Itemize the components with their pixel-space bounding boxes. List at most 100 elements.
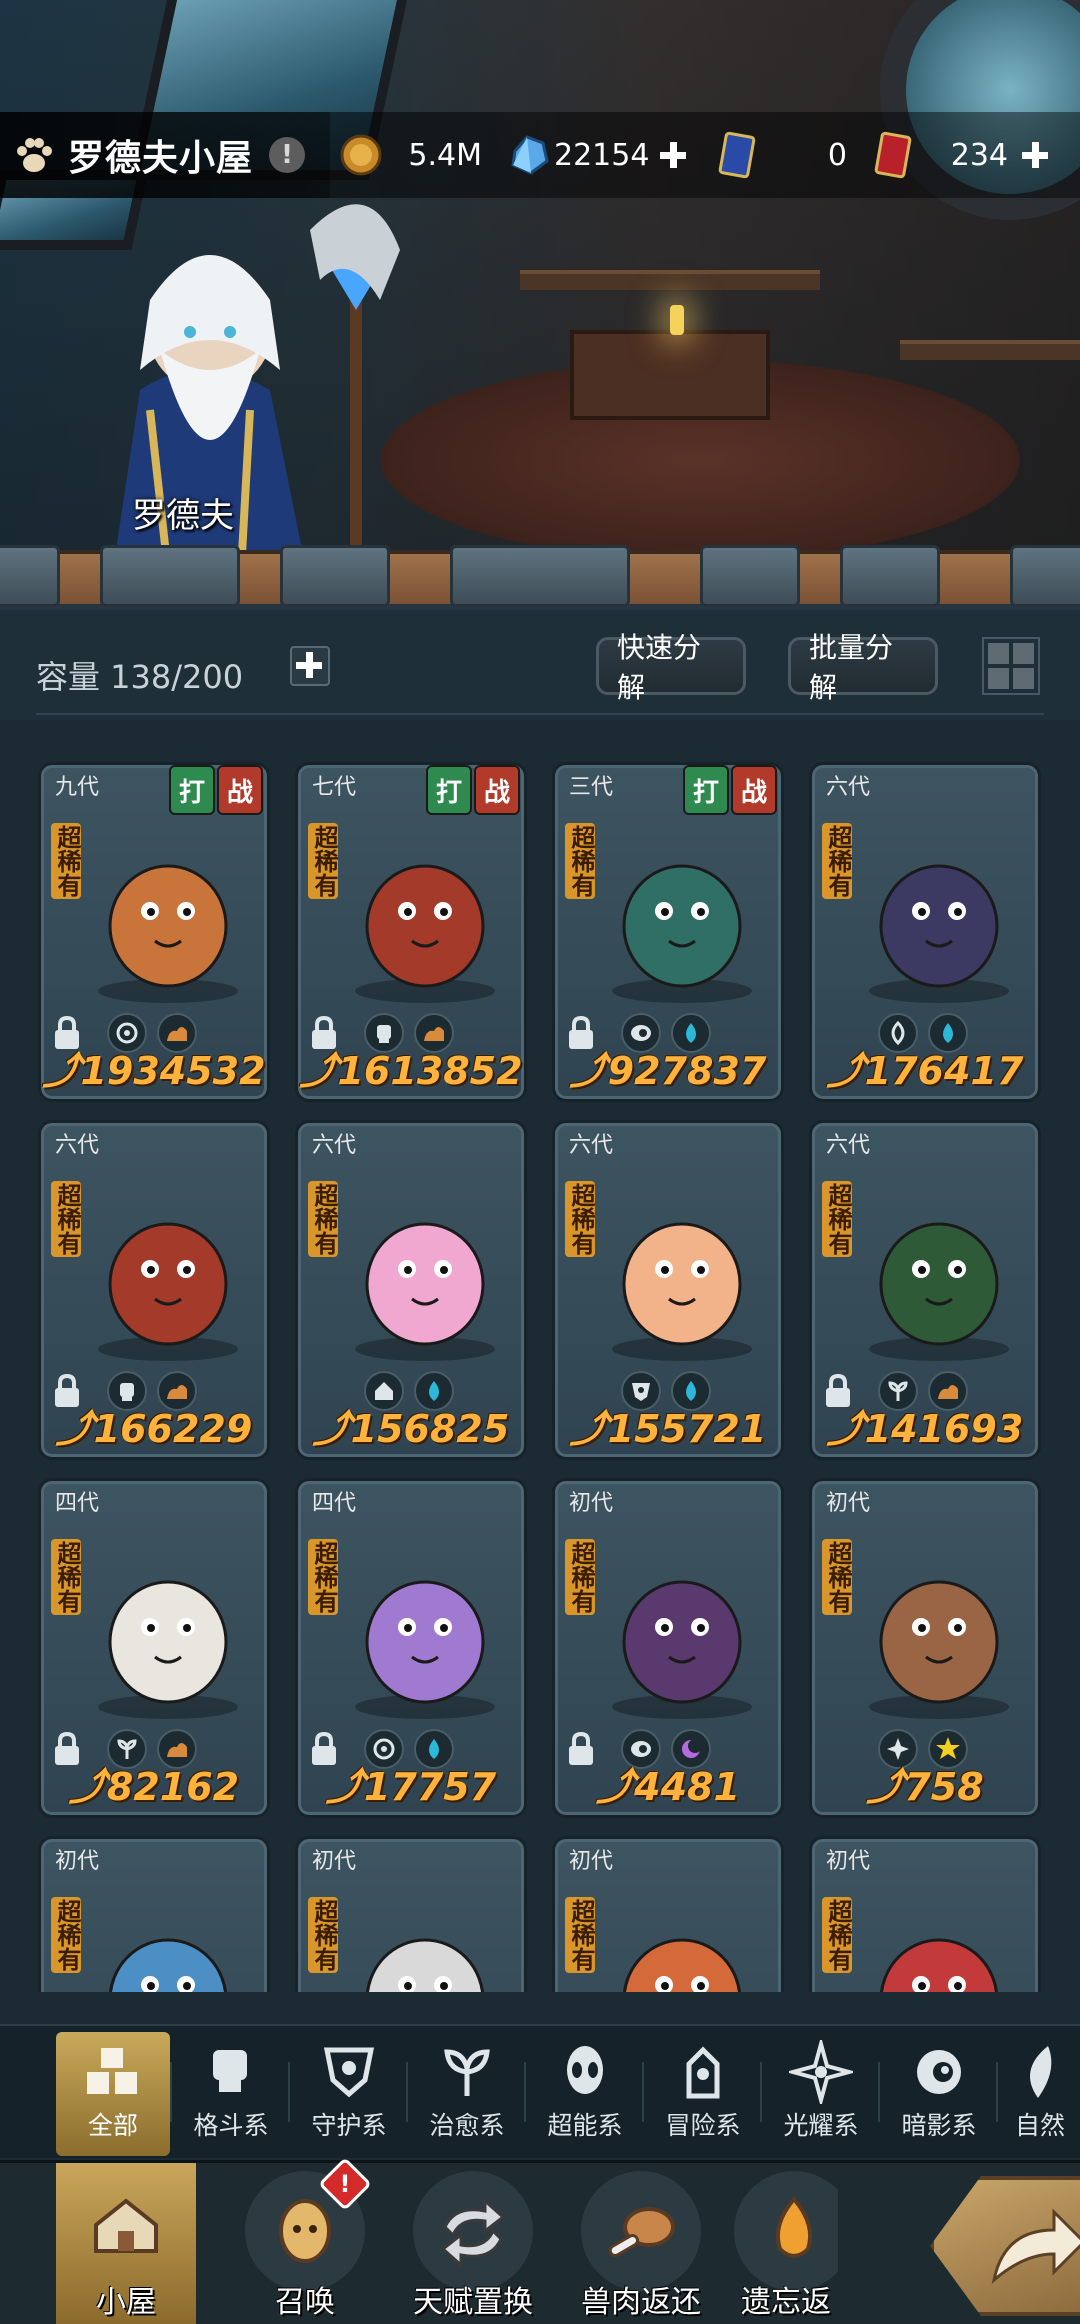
nav-fire[interactable]: 遗忘返 (734, 2163, 838, 2324)
grid-view-toggle-icon[interactable] (982, 637, 1040, 695)
beast-card[interactable]: 四代 超稀有 ⤴17757 (295, 1478, 527, 1818)
generation-label: 七代 (312, 775, 357, 800)
filter-separator (406, 2062, 408, 2122)
npc-name[interactable]: 罗德夫 (132, 488, 234, 537)
info-icon[interactable]: ! (269, 137, 306, 173)
beast-card[interactable]: 七代 超稀有打战 ⤴1613852 (295, 762, 527, 1102)
batch-decompose-button[interactable]: 批量分解 (788, 631, 938, 704)
filter-leaf[interactable]: 自然 (1000, 2032, 1080, 2156)
house-title: 罗德夫小屋 (68, 138, 254, 179)
generation-label: 三代 (569, 775, 614, 800)
beast-card[interactable]: 六代 超稀有 ⤴176417 (809, 762, 1041, 1102)
crystal-resource: 22154 (504, 126, 694, 184)
blue-card-value: 0 (827, 137, 847, 173)
filter-eye[interactable]: 暗影系 (882, 2032, 996, 2156)
beast-card[interactable]: 六代 超稀有 ⤴156825 (295, 1120, 527, 1460)
power-value: ⤴17757 (325, 1765, 497, 1809)
beast-card[interactable]: 六代 超稀有 ⤴141693 (809, 1120, 1041, 1460)
beast-card[interactable]: 初代 超稀有 ⤴4481 (552, 1478, 784, 1818)
card-tags: 打战 (169, 765, 263, 815)
beast-card[interactable]: 六代 超稀有 ⤴155721 (552, 1120, 784, 1460)
filter-alien[interactable]: 超能系 (528, 2032, 642, 2156)
candle (670, 305, 684, 335)
beast-portrait (612, 1580, 752, 1719)
attack-tag: 打 (169, 765, 215, 815)
filter-label: 守护系 (311, 2111, 387, 2140)
meat-icon (581, 2171, 701, 2291)
generation-label: 初代 (569, 1849, 614, 1874)
beast-grid: 九代 超稀有打战 ⤴1934532 七代 超稀有打战 ⤴1613852 三代 超稀有打战 (38, 762, 1048, 1992)
coin-icon (336, 130, 386, 180)
beast-card[interactable]: 初代 超稀有 (295, 1836, 527, 1992)
beast-card[interactable]: 初代 超稀有 ⤴758 (809, 1478, 1041, 1818)
filter-separator (878, 2062, 880, 2122)
power-number: 141693 (864, 1407, 1024, 1451)
nav-house[interactable]: 小屋 (56, 2163, 196, 2324)
attack-tag: 打 (426, 765, 472, 815)
filter-label: 光耀系 (783, 2111, 859, 2140)
beast-card[interactable]: 四代 超稀有 ⤴82162 (38, 1478, 270, 1818)
nav-meat[interactable]: 兽肉返还 (566, 2163, 716, 2324)
filter-tower[interactable]: 冒险系 (646, 2032, 760, 2156)
badge-text: ! (339, 2170, 351, 2198)
power-number: 1613852 (337, 1049, 523, 1093)
battle-tag: 战 (217, 765, 263, 815)
shelf-right (900, 340, 1080, 360)
beast-portrait (869, 1580, 1009, 1719)
red-card-icon (868, 130, 918, 180)
power-value: ⤴4481 (596, 1765, 740, 1809)
filter-shine[interactable]: 光耀系 (764, 2032, 878, 2156)
fire-icon (734, 2171, 838, 2291)
power-value: ⤴927837 (569, 1049, 767, 1093)
nav-label: 天赋置换 (413, 2285, 533, 2320)
beast-card[interactable]: 初代 超稀有 (809, 1836, 1041, 1992)
power-number: 156825 (350, 1407, 510, 1451)
power-number: 82162 (106, 1765, 240, 1809)
beast-card[interactable]: 六代 超稀有 ⤴166229 (38, 1120, 270, 1460)
leaf-icon (1008, 2040, 1072, 2104)
coin-value: 5.4M (408, 137, 482, 173)
shine-icon (789, 2040, 853, 2104)
power-number: 166229 (93, 1407, 253, 1451)
nav-swap[interactable]: 天赋置换 (398, 2163, 548, 2324)
filter-separator (996, 2062, 998, 2122)
beast-card[interactable]: 三代 超稀有打战 ⤴927837 (552, 762, 784, 1102)
floor-block (280, 545, 390, 607)
filter-label: 全部 (87, 2111, 138, 2140)
generation-label: 六代 (569, 1133, 614, 1158)
filter-shield[interactable]: 守护系 (292, 2032, 406, 2156)
beast-portrait (355, 864, 495, 1003)
power-number: 758 (904, 1765, 984, 1809)
filter-fist[interactable]: 格斗系 (174, 2032, 288, 2156)
generation-label: 四代 (55, 1491, 100, 1516)
filter-separator (642, 2062, 644, 2122)
blue-card-resource: 0 (712, 126, 852, 184)
power-value: ⤴156825 (312, 1407, 510, 1451)
resource-bar: 罗德夫小屋 ! 5.4M 22154 0 234 (0, 112, 1080, 198)
beast-portrait (869, 864, 1009, 1003)
generation-label: 初代 (55, 1849, 100, 1874)
nav-label: 遗忘返 (741, 2285, 831, 2320)
add-crystal-button[interactable] (656, 138, 690, 172)
beast-card[interactable]: 初代 超稀有 (552, 1836, 784, 1992)
filter-all-blocks[interactable]: 全部 (56, 2032, 170, 2156)
wizard-character (110, 204, 400, 590)
power-value: ⤴155721 (569, 1407, 767, 1451)
quick-decompose-button[interactable]: 快速分解 (596, 631, 746, 704)
filter-label: 自然 (1014, 2111, 1065, 2140)
filter-sprout[interactable]: 治愈系 (410, 2032, 524, 2156)
floor-block (1010, 545, 1080, 607)
generation-label: 九代 (55, 775, 100, 800)
add-red-card-button[interactable] (1018, 138, 1052, 172)
fist-icon (199, 2040, 263, 2104)
beast-card[interactable]: 九代 超稀有打战 ⤴1934532 (38, 762, 270, 1102)
shield-icon (317, 2040, 381, 2104)
power-value: ⤴1934532 (42, 1049, 266, 1093)
power-number: 1934532 (80, 1049, 266, 1093)
filter-separator (288, 2062, 290, 2122)
power-value: ⤴1613852 (299, 1049, 523, 1093)
nav-label: 兽肉返还 (581, 2285, 701, 2320)
beast-card[interactable]: 初代 超稀有 (38, 1836, 270, 1992)
expand-capacity-button[interactable] (290, 646, 330, 686)
beast-portrait (355, 1222, 495, 1361)
